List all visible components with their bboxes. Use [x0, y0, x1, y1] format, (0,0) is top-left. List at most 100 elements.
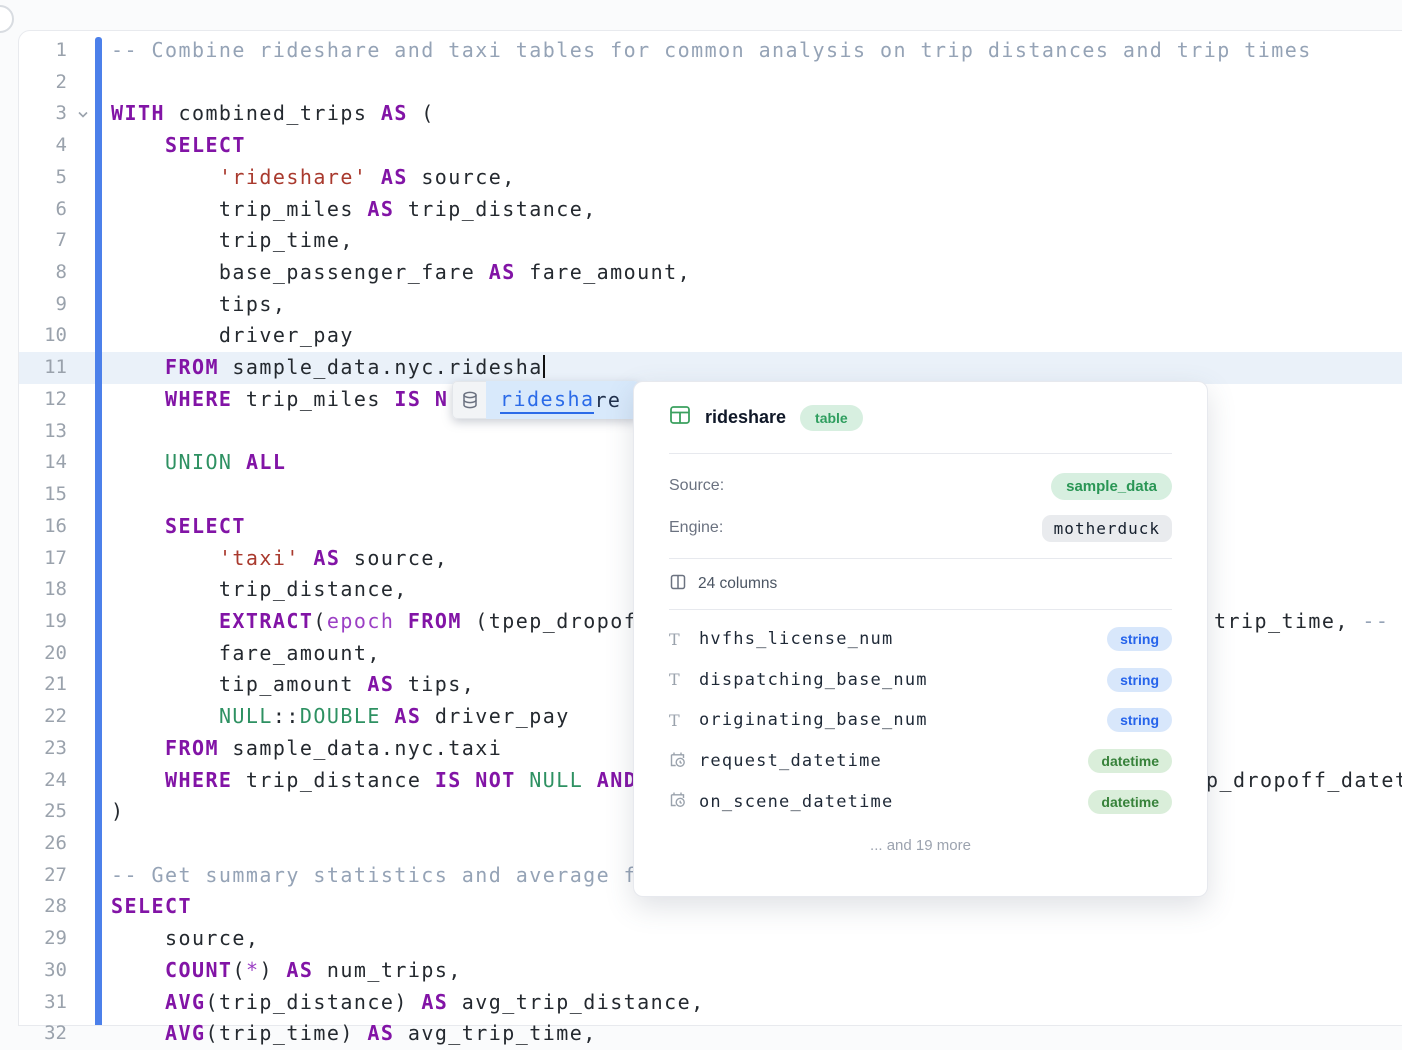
column-type-badge: string [1107, 668, 1172, 692]
line-number: 2 [19, 67, 67, 99]
code-text: tip_amount AS tips, [111, 669, 475, 701]
line-number: 22 [19, 701, 67, 733]
code-text: EXTRACT(epoch FROM (tpep_dropof [111, 606, 637, 638]
code-text: trip_distance, [111, 574, 408, 606]
line-number: 10 [19, 320, 67, 352]
calendar-clock-icon [669, 791, 699, 812]
fold-chevron-icon[interactable] [71, 98, 95, 130]
table-type-badge: table [800, 405, 863, 431]
code-text: NULL::DOUBLE AS driver_pay [111, 701, 570, 733]
changed-lines-gutter-bar [95, 37, 102, 1025]
code-text: fare_amount, [111, 638, 381, 670]
line-number: 21 [19, 669, 67, 701]
line-number: 7 [19, 225, 67, 257]
line-number: 27 [19, 860, 67, 892]
line-number: 26 [19, 828, 67, 860]
columns-count-row: 24 columns [669, 559, 1172, 610]
calendar-clock-icon [669, 751, 699, 772]
autocomplete-rest-text: re [594, 388, 621, 412]
source-value-pill: sample_data [1051, 473, 1172, 500]
column-row: request_datetime datetime [669, 741, 1172, 782]
column-name: hvfhs_license_num [699, 629, 893, 649]
code-text: COUNT(*) AS num_trips, [111, 955, 462, 987]
code-line[interactable]: 29 source, [19, 923, 1402, 955]
column-type-badge: datetime [1088, 749, 1172, 773]
code-line[interactable]: 30 COUNT(*) AS num_trips, [19, 955, 1402, 987]
code-text: AVG(trip_distance) AS avg_trip_distance, [111, 987, 705, 1019]
line-number: 18 [19, 574, 67, 606]
code-text-continuation: p_dropoff_datet [1206, 765, 1402, 797]
columns-list: Thvfhs_license_numstringTdispatching_bas… [669, 610, 1172, 822]
column-row: Toriginating_base_num string [669, 700, 1172, 741]
card-title: rideshare [705, 407, 786, 428]
code-text: base_passenger_fare AS fare_amount, [111, 257, 691, 289]
line-number: 20 [19, 638, 67, 670]
code-line[interactable]: 9 tips, [19, 289, 1402, 321]
floating-button-fragment[interactable] [0, 5, 14, 33]
code-line[interactable]: 4 SELECT [19, 130, 1402, 162]
code-text: WITH combined_trips AS ( [111, 98, 435, 130]
line-number: 15 [19, 479, 67, 511]
autocomplete-item-rideshare[interactable]: rideshare [486, 381, 639, 419]
autocomplete-popup: rideshare [452, 381, 639, 419]
column-name: request_datetime [699, 751, 882, 771]
line-number: 19 [19, 606, 67, 638]
database-icon [452, 381, 486, 419]
code-line[interactable]: 31 AVG(trip_distance) AS avg_trip_distan… [19, 987, 1402, 1019]
engine-label: Engine: [669, 519, 723, 537]
line-number: 6 [19, 194, 67, 226]
autocomplete-matched-text: ridesha [500, 387, 594, 414]
code-line[interactable]: 6 trip_miles AS trip_distance, [19, 194, 1402, 226]
text-type-icon: T [669, 711, 699, 730]
code-line[interactable]: 3 WITH combined_trips AS ( [19, 98, 1402, 130]
column-name: on_scene_datetime [699, 792, 893, 812]
line-number: 5 [19, 162, 67, 194]
code-line[interactable]: 1 -- Combine rideshare and taxi tables fo… [19, 35, 1402, 67]
line-number: 16 [19, 511, 67, 543]
column-row: on_scene_datetime datetime [669, 781, 1172, 822]
code-text: SELECT [111, 891, 192, 923]
code-line[interactable]: 8 base_passenger_fare AS fare_amount, [19, 257, 1402, 289]
column-type-badge: datetime [1088, 790, 1172, 814]
line-number: 24 [19, 765, 67, 797]
code-text: driver_pay [111, 320, 354, 352]
columns-count-label: 24 columns [698, 575, 777, 593]
line-number: 29 [19, 923, 67, 955]
card-meta: Source: sample_data Engine: motherduck [669, 454, 1172, 559]
card-header: rideshare table [669, 382, 1172, 454]
line-number: 32 [19, 1018, 67, 1050]
code-text: UNION ALL [111, 447, 286, 479]
code-text: AVG(trip_time) AS avg_trip_time, [111, 1018, 597, 1050]
code-line[interactable]: 2 [19, 67, 1402, 99]
line-number: 1 [19, 35, 67, 67]
code-text: SELECT [111, 511, 246, 543]
column-row: Thvfhs_license_numstring [669, 619, 1172, 660]
code-text: SELECT [111, 130, 246, 162]
column-name: originating_base_num [699, 710, 928, 730]
code-text: ) [111, 796, 125, 828]
engine-value-pill: motherduck [1042, 515, 1172, 542]
code-line[interactable]: 11 FROM sample_data.nyc.ridesha [19, 352, 1402, 384]
code-text: -- Combine rideshare and taxi tables for… [111, 35, 1312, 67]
code-text: 'taxi' AS source, [111, 543, 448, 575]
code-text: FROM sample_data.nyc.ridesha [111, 352, 545, 384]
line-number: 23 [19, 733, 67, 765]
column-type-badge: string [1107, 708, 1172, 732]
line-number: 3 [19, 98, 67, 130]
line-number: 31 [19, 987, 67, 1019]
code-line[interactable]: 10 driver_pay [19, 320, 1402, 352]
line-number: 28 [19, 891, 67, 923]
code-text: source, [111, 923, 259, 955]
code-line[interactable]: 7 trip_time, [19, 225, 1402, 257]
column-type-badge: string [1107, 627, 1172, 651]
engine-row: Engine: motherduck [669, 507, 1172, 549]
line-number: 11 [19, 352, 67, 384]
line-number: 17 [19, 543, 67, 575]
line-number: 8 [19, 257, 67, 289]
code-text: -- Get summary statistics and average f [111, 860, 637, 892]
line-number: 9 [19, 289, 67, 321]
code-text: WHERE trip_distance IS NOT NULL AND [111, 765, 637, 797]
code-text: trip_time, [111, 225, 354, 257]
code-line[interactable]: 32 AVG(trip_time) AS avg_trip_time, [19, 1018, 1402, 1050]
code-line[interactable]: 5 'rideshare' AS source, [19, 162, 1402, 194]
